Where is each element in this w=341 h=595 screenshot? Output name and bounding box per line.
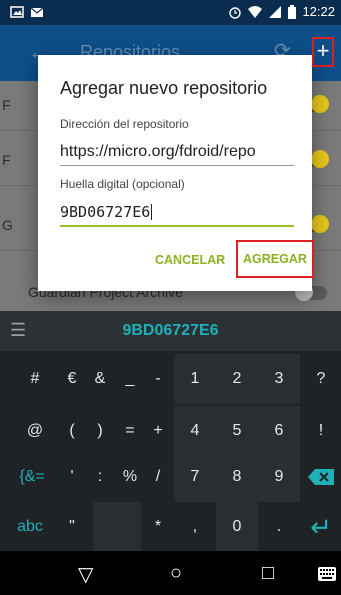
list-item-label: F: [2, 152, 11, 168]
status-bar: 12:22: [0, 0, 341, 25]
keyboard-icon[interactable]: [318, 564, 336, 587]
text-caret: [151, 204, 153, 220]
soft-keyboard: ☰ 9BD06727E6 # € & _ - 1 2 3 ? @ ( ) = +…: [0, 311, 341, 552]
key[interactable]: 4: [174, 406, 216, 456]
key[interactable]: 6: [258, 406, 300, 456]
key[interactable]: 9: [258, 452, 300, 502]
status-time: 12:22: [302, 4, 335, 19]
key[interactable]: 2: [216, 354, 258, 404]
cancel-button[interactable]: CANCELAR: [155, 253, 225, 267]
fingerprint-field[interactable]: 9BD06727E6: [60, 203, 294, 227]
toggle-knob: [311, 215, 329, 233]
nav-back-icon[interactable]: ▽: [78, 562, 93, 587]
plus-icon[interactable]: +: [312, 37, 334, 67]
abc-key[interactable]: abc: [4, 502, 56, 552]
suggestion-word[interactable]: 9BD06727E6: [0, 322, 341, 340]
key[interactable]: *: [137, 502, 179, 552]
space-key[interactable]: [93, 502, 141, 552]
navigation-bar: ▽ ○ □: [0, 551, 341, 595]
key[interactable]: 7: [174, 452, 216, 502]
symbols-key[interactable]: {&=: [8, 452, 56, 502]
alarm-icon: [228, 5, 242, 19]
key[interactable]: .: [258, 502, 300, 552]
key[interactable]: 0: [216, 502, 258, 552]
key[interactable]: 5: [216, 406, 258, 456]
add-repository-dialog: Agregar nuevo repositorio Dirección del …: [38, 55, 314, 291]
email-notification-icon: [30, 5, 44, 19]
image-notification-icon: [10, 5, 24, 19]
list-item-label: F: [2, 97, 11, 113]
key[interactable]: +: [137, 406, 179, 456]
address-label: Dirección del repositorio: [60, 117, 189, 131]
list-item-label: G: [2, 217, 13, 233]
dialog-title: Agregar nuevo repositorio: [60, 78, 268, 98]
key[interactable]: !: [300, 406, 341, 456]
key[interactable]: 3: [258, 354, 300, 404]
key[interactable]: @: [14, 406, 56, 456]
key[interactable]: ?: [300, 354, 341, 404]
enter-key[interactable]: ↵: [300, 502, 341, 552]
key[interactable]: -: [137, 354, 179, 404]
key[interactable]: /: [137, 452, 179, 502]
signal-icon: [268, 5, 282, 19]
address-field[interactable]: https://micro.org/fdroid/repo: [60, 143, 294, 166]
key[interactable]: 8: [216, 452, 258, 502]
backspace-icon: [308, 469, 334, 485]
key[interactable]: 1: [174, 354, 216, 404]
nav-home-icon[interactable]: ○: [170, 562, 182, 585]
toggle-knob: [311, 95, 329, 113]
key[interactable]: ": [51, 502, 93, 552]
suggestion-strip: ☰ 9BD06727E6: [0, 311, 341, 351]
add-button[interactable]: AGREGAR: [236, 240, 314, 278]
fingerprint-value: 9BD06727E6: [60, 203, 151, 221]
backspace-key[interactable]: [300, 452, 341, 502]
key[interactable]: #: [14, 354, 56, 404]
fingerprint-label: Huella digital (opcional): [60, 177, 185, 191]
toggle-knob: [311, 150, 329, 168]
wifi-icon: [248, 5, 263, 19]
nav-recents-icon[interactable]: □: [262, 562, 274, 585]
battery-icon: [288, 4, 297, 19]
key[interactable]: ,: [174, 502, 216, 552]
